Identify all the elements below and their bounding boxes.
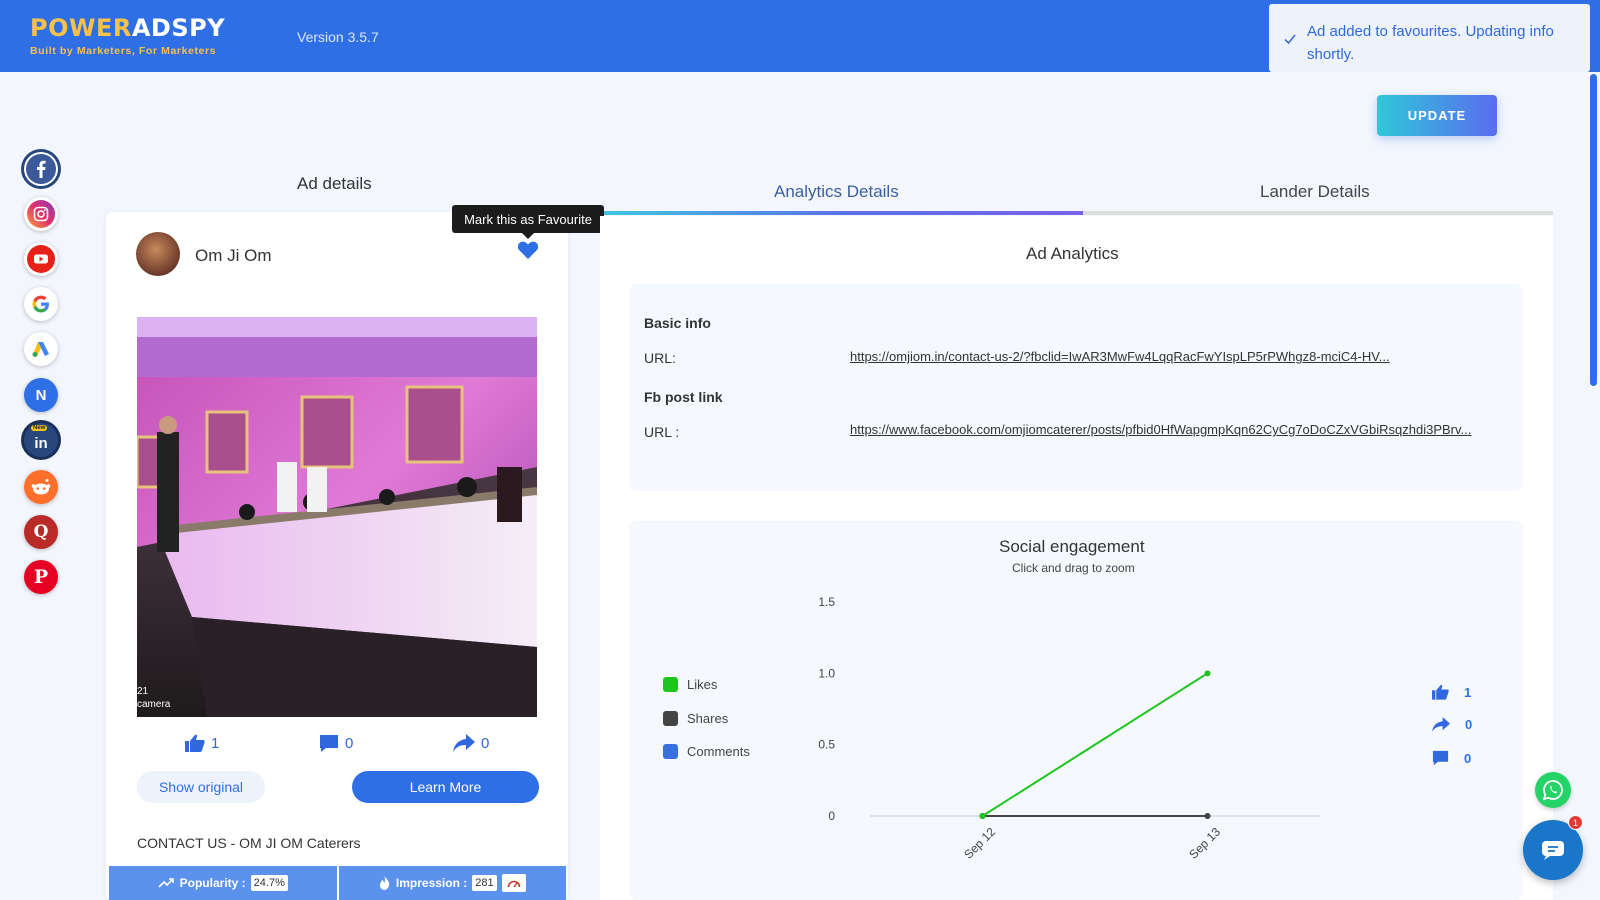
share-icon — [453, 734, 475, 752]
data-point-shares — [1204, 813, 1211, 819]
chat-unread-badge: 1 — [1568, 815, 1583, 830]
impression-metric: Impression : 281 — [336, 866, 567, 900]
logo[interactable]: POWERADSPY Built by Marketers, For Marke… — [30, 14, 225, 57]
comments-stat: 0 — [319, 734, 353, 753]
fb-url-label: URL : — [644, 424, 680, 440]
legend-swatch-likes — [663, 677, 678, 692]
chart-title: Social engagement — [999, 537, 1145, 556]
y-tick-label: 0.5 — [818, 738, 835, 752]
url-label: URL: — [644, 350, 676, 366]
update-button[interactable]: UPDATE — [1377, 95, 1497, 136]
data-point-likes — [1204, 670, 1211, 677]
heart-icon[interactable] — [517, 240, 539, 260]
y-tick-label: 1.0 — [818, 666, 835, 680]
basic-info-heading: Basic info — [644, 315, 711, 331]
favourite-tooltip: Mark this as Favourite — [452, 205, 604, 239]
image-watermark: 21 camera — [137, 686, 171, 710]
legend-swatch-shares — [663, 711, 678, 726]
linkedin-icon[interactable]: New in — [24, 423, 58, 457]
check-icon — [1284, 34, 1296, 45]
tab-lander-details[interactable]: Lander Details — [1260, 182, 1370, 202]
new-badge: New — [31, 425, 48, 431]
shares-stat: 0 — [453, 734, 489, 752]
google-icon[interactable] — [24, 287, 58, 321]
comment-icon — [1432, 750, 1449, 766]
comment-icon — [320, 735, 338, 752]
instagram-icon[interactable] — [24, 197, 58, 231]
version-label: Version 3.5.7 — [297, 29, 379, 45]
basic-info-box — [629, 284, 1523, 491]
fb-post-url-link[interactable]: https://www.facebook.com/omjiomcaterer/p… — [850, 422, 1505, 437]
thumbs-up-icon — [185, 734, 205, 752]
advertiser-name[interactable]: Om Ji Om — [195, 246, 272, 266]
advertiser-avatar[interactable] — [136, 232, 180, 276]
side-likes-stat: 1 — [1432, 684, 1471, 700]
legend-shares[interactable]: Shares — [663, 711, 728, 726]
legend-swatch-comments — [663, 744, 678, 759]
native-icon[interactable]: N — [24, 378, 58, 412]
thumbs-up-icon — [1432, 684, 1449, 700]
fb-post-link-heading: Fb post link — [644, 389, 723, 405]
tab-underline-active — [600, 211, 1083, 215]
popularity-metric: Popularity : 24.7% — [109, 866, 337, 900]
engagement-chart[interactable]: 0 0.5 1.0 1.5 Sep 12 Sep 13 — [800, 580, 1360, 880]
logo-wordmark: POWERADSPY — [30, 14, 226, 42]
learn-more-button[interactable]: Learn More — [352, 771, 539, 803]
legend-likes[interactable]: Likes — [663, 677, 717, 692]
series-line-likes — [981, 672, 1209, 817]
y-tick-label: 0 — [828, 809, 835, 823]
whatsapp-button[interactable] — [1535, 772, 1571, 808]
flame-icon — [379, 876, 390, 890]
landing-url-link[interactable]: https://omjiom.in/contact-us-2/?fbclid=I… — [850, 349, 1410, 364]
ad-metrics-bar: Popularity : 24.7% Impression : 281 — [109, 866, 566, 900]
whatsapp-icon — [1542, 780, 1563, 801]
gauge-icon — [501, 874, 526, 892]
likes-stat: 1 — [185, 734, 219, 752]
show-original-button[interactable]: Show original — [137, 771, 265, 803]
tab-ad-details[interactable]: Ad details — [297, 174, 372, 194]
favourite-toast: Ad added to favourites. Updating info sh… — [1269, 4, 1590, 72]
x-tick-label: Sep 13 — [1186, 825, 1223, 862]
side-comments-stat: 0 — [1432, 750, 1471, 766]
popularity-value: 24.7% — [250, 875, 288, 891]
legend-comments[interactable]: Comments — [663, 744, 750, 759]
y-tick-label: 1.5 — [818, 595, 835, 609]
quora-icon[interactable]: Q — [24, 515, 58, 549]
impression-value: 281 — [472, 875, 497, 891]
toast-message: Ad added to favourites. Updating info sh… — [1307, 23, 1554, 63]
chart-subtitle: Click and drag to zoom — [1012, 561, 1135, 575]
youtube-icon[interactable] — [24, 242, 58, 276]
reddit-icon[interactable] — [24, 470, 58, 504]
chat-icon — [1542, 841, 1564, 860]
google-ads-icon[interactable] — [24, 332, 58, 366]
ad-title: CONTACT US - OM JI OM Caterers — [137, 835, 361, 851]
tab-analytics-details[interactable]: Analytics Details — [774, 182, 899, 202]
ad-creative-image[interactable] — [137, 317, 537, 717]
trending-icon — [158, 878, 174, 888]
page-scrollbar[interactable] — [1590, 74, 1597, 386]
facebook-icon[interactable] — [24, 152, 58, 186]
logo-tagline: Built by Marketers, For Marketers — [30, 45, 217, 57]
data-point-likes — [979, 813, 986, 819]
share-icon — [1432, 717, 1450, 732]
pinterest-icon[interactable]: P — [24, 560, 58, 594]
side-shares-stat: 0 — [1432, 717, 1472, 732]
x-tick-label: Sep 12 — [961, 825, 998, 862]
ad-analytics-title: Ad Analytics — [1026, 244, 1119, 263]
